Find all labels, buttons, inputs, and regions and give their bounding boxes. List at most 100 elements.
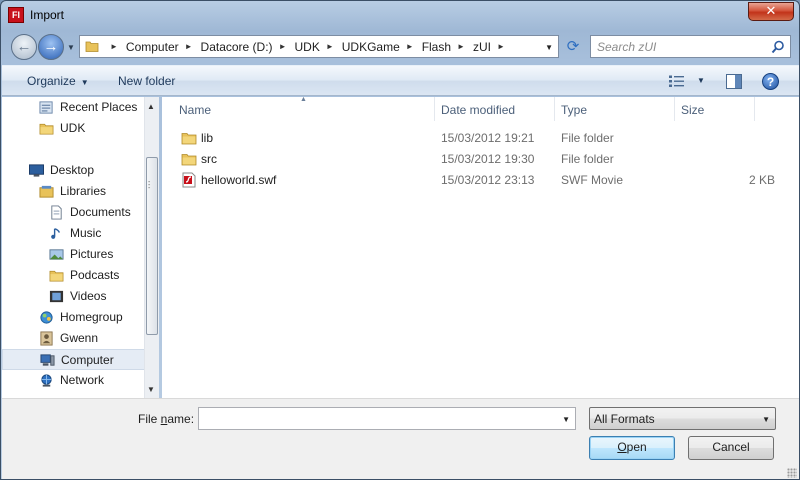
nav-item-recent-places[interactable]: Recent Places — [2, 97, 145, 118]
nav-item-label: UDK — [60, 121, 86, 135]
file-type-select[interactable]: All Formats ▼ — [589, 407, 776, 430]
nav-item-label: Network — [60, 373, 105, 387]
nav-item-computer[interactable]: Computer — [2, 349, 145, 370]
folder-icon — [181, 130, 197, 146]
breadcrumb-item[interactable]: zUI — [473, 40, 491, 54]
nav-item-gwenn[interactable]: Gwenn — [2, 328, 145, 349]
view-options-dropdown[interactable]: ▼ — [697, 76, 705, 85]
resize-grip-icon[interactable] — [787, 468, 797, 478]
documents-icon — [49, 205, 64, 220]
file-name-label: File name: — [138, 412, 195, 426]
recent-locations-dropdown[interactable]: ▼ — [67, 43, 75, 52]
network-icon — [39, 373, 54, 387]
nav-item-network[interactable]: Network — [2, 370, 145, 391]
nav-item-label: Podcasts — [70, 268, 120, 282]
file-type-value: All Formats — [594, 412, 655, 426]
breadcrumb-item[interactable]: UDKGame — [342, 40, 400, 54]
preview-pane-icon[interactable] — [726, 74, 742, 89]
forward-button[interactable]: → — [38, 34, 64, 60]
chevron-down-icon: ▼ — [697, 76, 705, 85]
scroll-up-icon[interactable]: ▲ — [147, 102, 155, 111]
file-name-combobox: ▼ — [198, 407, 576, 430]
window-title: Import — [30, 8, 65, 22]
chevron-down-icon: ▼ — [67, 43, 75, 52]
file-name-panel: File name: ▼ All Formats ▼ Open Cancel — [2, 398, 799, 479]
navigation-pane[interactable]: Recent Places UDK Desktop Libraries Document… — [2, 97, 158, 398]
chevron-right-icon[interactable]: ► — [457, 42, 465, 51]
nav-item-label: Computer — [61, 353, 114, 367]
chevron-right-icon[interactable]: ► — [110, 42, 118, 51]
search-icon[interactable] — [771, 40, 785, 54]
view-options-icon[interactable] — [669, 75, 685, 88]
nav-scrollbar[interactable]: ▲ - - - ▼ — [144, 97, 159, 398]
file-date-modified: 15/03/2012 19:30 — [441, 152, 535, 166]
help-icon[interactable]: ? — [762, 73, 779, 90]
nav-item-label: Videos — [70, 289, 107, 303]
cancel-button[interactable]: Cancel — [688, 436, 774, 460]
user-icon — [39, 331, 54, 346]
open-button[interactable]: Open — [589, 436, 675, 460]
nav-item-libraries[interactable]: Libraries — [2, 181, 145, 202]
title-bar[interactable]: Fl Import ✕ — [1, 1, 799, 31]
file-row[interactable]: lib 15/03/2012 19:21 File folder — [162, 128, 799, 149]
nav-item-label: Music — [70, 226, 102, 240]
column-header-date[interactable]: Date modified — [435, 97, 555, 121]
file-name: src — [201, 152, 217, 166]
folder-icon — [85, 41, 99, 52]
nav-item-desktop[interactable]: Desktop — [2, 160, 145, 181]
breadcrumb: ► Computer ► Datacore (D:) ► UDK ► UDKGame ► Flas… — [104, 36, 513, 57]
column-label: Name — [179, 103, 212, 117]
nav-item-pictures[interactable]: Pictures — [2, 244, 145, 265]
nav-item-documents[interactable]: Documents — [2, 202, 145, 223]
new-folder-button[interactable]: New folder — [118, 74, 175, 88]
nav-item-music[interactable]: Music — [2, 223, 145, 244]
breadcrumb-item[interactable]: Computer — [126, 40, 179, 54]
homegroup-icon — [39, 310, 54, 324]
file-row[interactable]: src 15/03/2012 19:30 File folder — [162, 149, 799, 170]
chevron-right-icon[interactable]: ► — [279, 42, 287, 51]
column-label: Type — [561, 103, 588, 117]
nav-item-udk[interactable]: UDK — [2, 118, 145, 139]
column-label: Size — [681, 103, 705, 117]
arrow-right-icon: → — [43, 38, 59, 55]
chevron-down-icon: ▼ — [80, 78, 89, 87]
scroll-down-icon[interactable]: ▼ — [147, 385, 155, 394]
file-name-input[interactable] — [203, 411, 553, 426]
libraries-icon — [39, 184, 54, 198]
folder-icon — [181, 151, 197, 167]
chevron-right-icon[interactable]: ► — [497, 42, 505, 51]
nav-item-podcasts[interactable]: Podcasts — [2, 265, 145, 286]
address-bar[interactable]: ► Computer ► Datacore (D:) ► UDK ► UDKGame ► Flas… — [79, 35, 559, 58]
close-button[interactable]: ✕ — [748, 2, 794, 21]
back-button[interactable]: ← — [11, 34, 37, 60]
chevron-right-icon[interactable]: ► — [326, 42, 334, 51]
organize-button[interactable]: Organize ▼ — [27, 74, 89, 88]
chevron-down-icon: ▼ — [562, 415, 570, 424]
chevron-down-icon: ▼ — [545, 43, 553, 52]
column-header-name[interactable]: ▲ Name — [162, 96, 435, 121]
arrow-left-icon: ← — [16, 38, 32, 55]
breadcrumb-item[interactable]: UDK — [294, 40, 319, 54]
refresh-icon: ⟳ — [566, 38, 580, 55]
file-row[interactable]: helloworld.swf 15/03/2012 23:13 SWF Movie 2… — [162, 170, 799, 191]
chevron-right-icon[interactable]: ► — [185, 42, 193, 51]
file-list[interactable]: ▲ Name Date modified Type Size lib 15/03/… — [162, 96, 799, 398]
nav-item-videos[interactable]: Videos — [2, 286, 145, 307]
file-name-dropdown[interactable]: ▼ — [562, 415, 570, 424]
nav-item-label: Recent Places — [60, 100, 138, 114]
nav-item-homegroup[interactable]: Homegroup — [2, 307, 145, 328]
folder-icon — [49, 268, 64, 282]
file-size: 2 KB — [748, 173, 775, 187]
chevron-right-icon[interactable]: ► — [406, 42, 414, 51]
search-input[interactable] — [597, 38, 767, 55]
breadcrumb-item[interactable]: Datacore (D:) — [201, 40, 273, 54]
column-header-type[interactable]: Type — [555, 97, 675, 121]
refresh-button[interactable]: ⟳ — [561, 36, 585, 58]
breadcrumb-item[interactable]: Flash — [422, 40, 451, 54]
column-header-size[interactable]: Size — [675, 97, 755, 121]
music-icon — [49, 226, 64, 240]
address-dropdown[interactable]: ▼ — [545, 43, 553, 52]
nav-item-label: Gwenn — [60, 331, 99, 345]
pictures-icon — [49, 247, 64, 261]
grip-icon: - - - — [148, 179, 151, 192]
